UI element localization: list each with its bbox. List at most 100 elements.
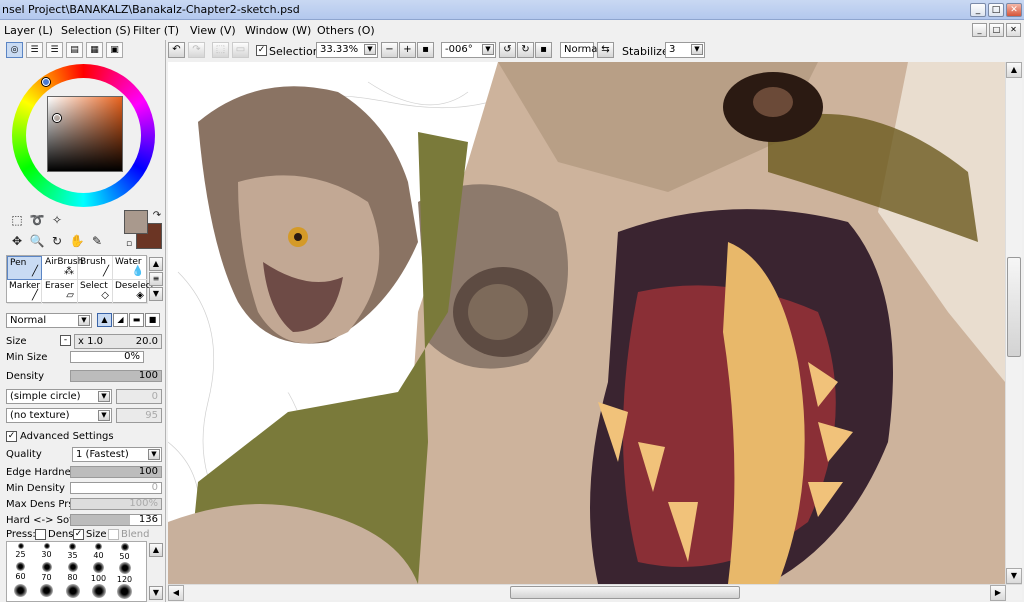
density-slider[interactable]: 100: [70, 370, 162, 382]
scroll-left-icon[interactable]: ◀: [168, 585, 184, 601]
brush-shape-flat-icon[interactable]: ■: [145, 313, 160, 327]
rotate-left-icon[interactable]: ↺: [499, 42, 516, 58]
primary-color-swatch[interactable]: [124, 210, 148, 234]
rotate-reset-icon[interactable]: ▪: [535, 42, 552, 58]
size-preset[interactable]: 30: [35, 543, 58, 559]
brush-shape-sharp-icon[interactable]: ▲: [97, 313, 112, 327]
rotate-icon[interactable]: ↻: [49, 233, 65, 249]
rect-select-icon[interactable]: ⬚: [9, 212, 25, 228]
scroll-up-icon[interactable]: ▲: [1006, 62, 1022, 78]
rgb-slider-mode-icon[interactable]: ☰: [26, 42, 43, 58]
view-mode-button[interactable]: Normal: [560, 42, 600, 58]
magic-wand-icon[interactable]: ✧: [49, 212, 65, 228]
drawing-canvas[interactable]: [168, 62, 1005, 584]
size-preset[interactable]: 35: [61, 543, 84, 560]
color-wheel-mode-icon[interactable]: ◎: [6, 42, 23, 58]
selection-checkbox[interactable]: ✓: [256, 45, 267, 56]
move-icon[interactable]: ✥: [9, 233, 25, 249]
brush-pen[interactable]: Pen ╱: [7, 256, 42, 280]
size-preset[interactable]: 70: [35, 562, 58, 582]
rotate-right-icon[interactable]: ↻: [517, 42, 534, 58]
size-field[interactable]: x 1.0 20.0: [74, 334, 162, 349]
redo-icon[interactable]: ↷: [188, 42, 205, 58]
size-preset[interactable]: 50: [113, 543, 136, 561]
size-scroll-down-icon[interactable]: ▼: [149, 586, 163, 600]
menu-filter[interactable]: Filter (T): [133, 24, 179, 37]
zoom-select[interactable]: 33.33% ▼: [316, 42, 378, 58]
blend-mode-select[interactable]: Normal ▼: [6, 313, 92, 328]
max-dens-prs-slider[interactable]: 100%: [70, 498, 162, 510]
minimize-button[interactable]: _: [970, 3, 986, 17]
zoom-out-icon[interactable]: −: [381, 42, 398, 58]
press-size-checkbox[interactable]: ✓: [73, 529, 84, 540]
size-preset[interactable]: [9, 584, 32, 598]
rotation-select[interactable]: -006° ▼: [441, 42, 496, 58]
horizontal-scrollbar[interactable]: ◀ ▶: [168, 584, 1022, 601]
advanced-settings-checkbox[interactable]: ✓: [6, 431, 17, 442]
size-preset[interactable]: [87, 584, 110, 599]
vertical-scrollbar[interactable]: ▲ ▼: [1005, 62, 1022, 584]
menu-selection[interactable]: Selection (S): [61, 24, 131, 37]
zoom-in-icon[interactable]: +: [399, 42, 416, 58]
size-preset[interactable]: 40: [87, 543, 110, 560]
zoom-reset-icon[interactable]: ▪: [417, 42, 434, 58]
stabilizer-select[interactable]: 3 ▼: [665, 42, 705, 58]
brush-select[interactable]: Select ◇: [78, 280, 113, 304]
hue-marker[interactable]: [42, 78, 50, 86]
saturation-value-picker[interactable]: [47, 96, 123, 172]
maximize-button[interactable]: □: [988, 3, 1004, 17]
undo-icon[interactable]: ↶: [168, 42, 185, 58]
close-button[interactable]: ✕: [1006, 3, 1022, 17]
brush-brush[interactable]: Brush ╱: [78, 256, 113, 280]
hsv-slider-mode-icon[interactable]: ☰: [46, 42, 63, 58]
brush-deselect[interactable]: Deselect ◈: [113, 280, 154, 304]
invert-selection-icon[interactable]: ▭: [232, 42, 249, 58]
swap-colors-icon[interactable]: ↷: [149, 208, 165, 224]
doc-close-button[interactable]: ✕: [1006, 23, 1021, 37]
quality-select[interactable]: 1 (Fastest) ▼: [72, 447, 162, 462]
brush-menu-icon[interactable]: ≡: [149, 272, 163, 286]
size-preset[interactable]: 80: [61, 562, 84, 582]
brush-shape-round-icon[interactable]: ◢: [113, 313, 128, 327]
brush-airbrush[interactable]: AirBrush ⁂: [43, 256, 83, 280]
size-preset[interactable]: 25: [9, 543, 32, 559]
min-size-slider[interactable]: 0%: [70, 351, 144, 363]
brush-marker[interactable]: Marker ╱: [7, 280, 42, 304]
size-preset[interactable]: [61, 584, 84, 599]
lasso-icon[interactable]: ➰: [29, 212, 45, 228]
size-lock-checkbox[interactable]: -: [60, 335, 71, 346]
doc-minimize-button[interactable]: _: [972, 23, 987, 37]
hand-icon[interactable]: ✋: [69, 233, 85, 249]
zoom-icon[interactable]: 🔍: [29, 233, 45, 249]
eyedropper-icon[interactable]: ✎: [89, 233, 105, 249]
texture-select[interactable]: (no texture) ▼: [6, 408, 112, 423]
swatch-mode-icon[interactable]: ▦: [86, 42, 103, 58]
size-scroll-up-icon[interactable]: ▲: [149, 543, 163, 557]
size-preset[interactable]: 120: [113, 562, 136, 584]
press-dens-checkbox[interactable]: [35, 529, 46, 540]
scratchpad-mode-icon[interactable]: ▣: [106, 42, 123, 58]
min-density-slider[interactable]: 0: [70, 482, 162, 494]
scroll-right-icon[interactable]: ▶: [990, 585, 1006, 601]
menu-others[interactable]: Others (O): [317, 24, 375, 37]
doc-restore-button[interactable]: □: [989, 23, 1004, 37]
brush-shape-select[interactable]: (simple circle) ▼: [6, 389, 112, 404]
brush-eraser[interactable]: Eraser ▱: [43, 280, 78, 304]
menu-window[interactable]: Window (W): [245, 24, 311, 37]
menu-view[interactable]: View (V): [190, 24, 236, 37]
scroll-down-icon[interactable]: ▼: [1006, 568, 1022, 584]
size-preset[interactable]: [35, 584, 58, 598]
press-blend-checkbox[interactable]: [108, 529, 119, 540]
menu-layer[interactable]: Layer (L): [4, 24, 53, 37]
hard-soft-slider[interactable]: 136: [70, 514, 162, 526]
brush-shape-soft-icon[interactable]: ▬: [129, 313, 144, 327]
sv-marker[interactable]: [53, 114, 61, 122]
reset-colors-icon[interactable]: ▫: [121, 236, 137, 252]
flip-horizontal-icon[interactable]: ⇆: [597, 42, 614, 58]
color-mixer-mode-icon[interactable]: ▤: [66, 42, 83, 58]
size-preset[interactable]: 60: [9, 562, 32, 581]
deselect-tool-icon[interactable]: ⬚: [212, 42, 229, 58]
brush-scroll-up-icon[interactable]: ▲: [149, 257, 163, 271]
size-preset[interactable]: [113, 584, 136, 600]
edge-hardness-slider[interactable]: 100: [70, 466, 162, 478]
